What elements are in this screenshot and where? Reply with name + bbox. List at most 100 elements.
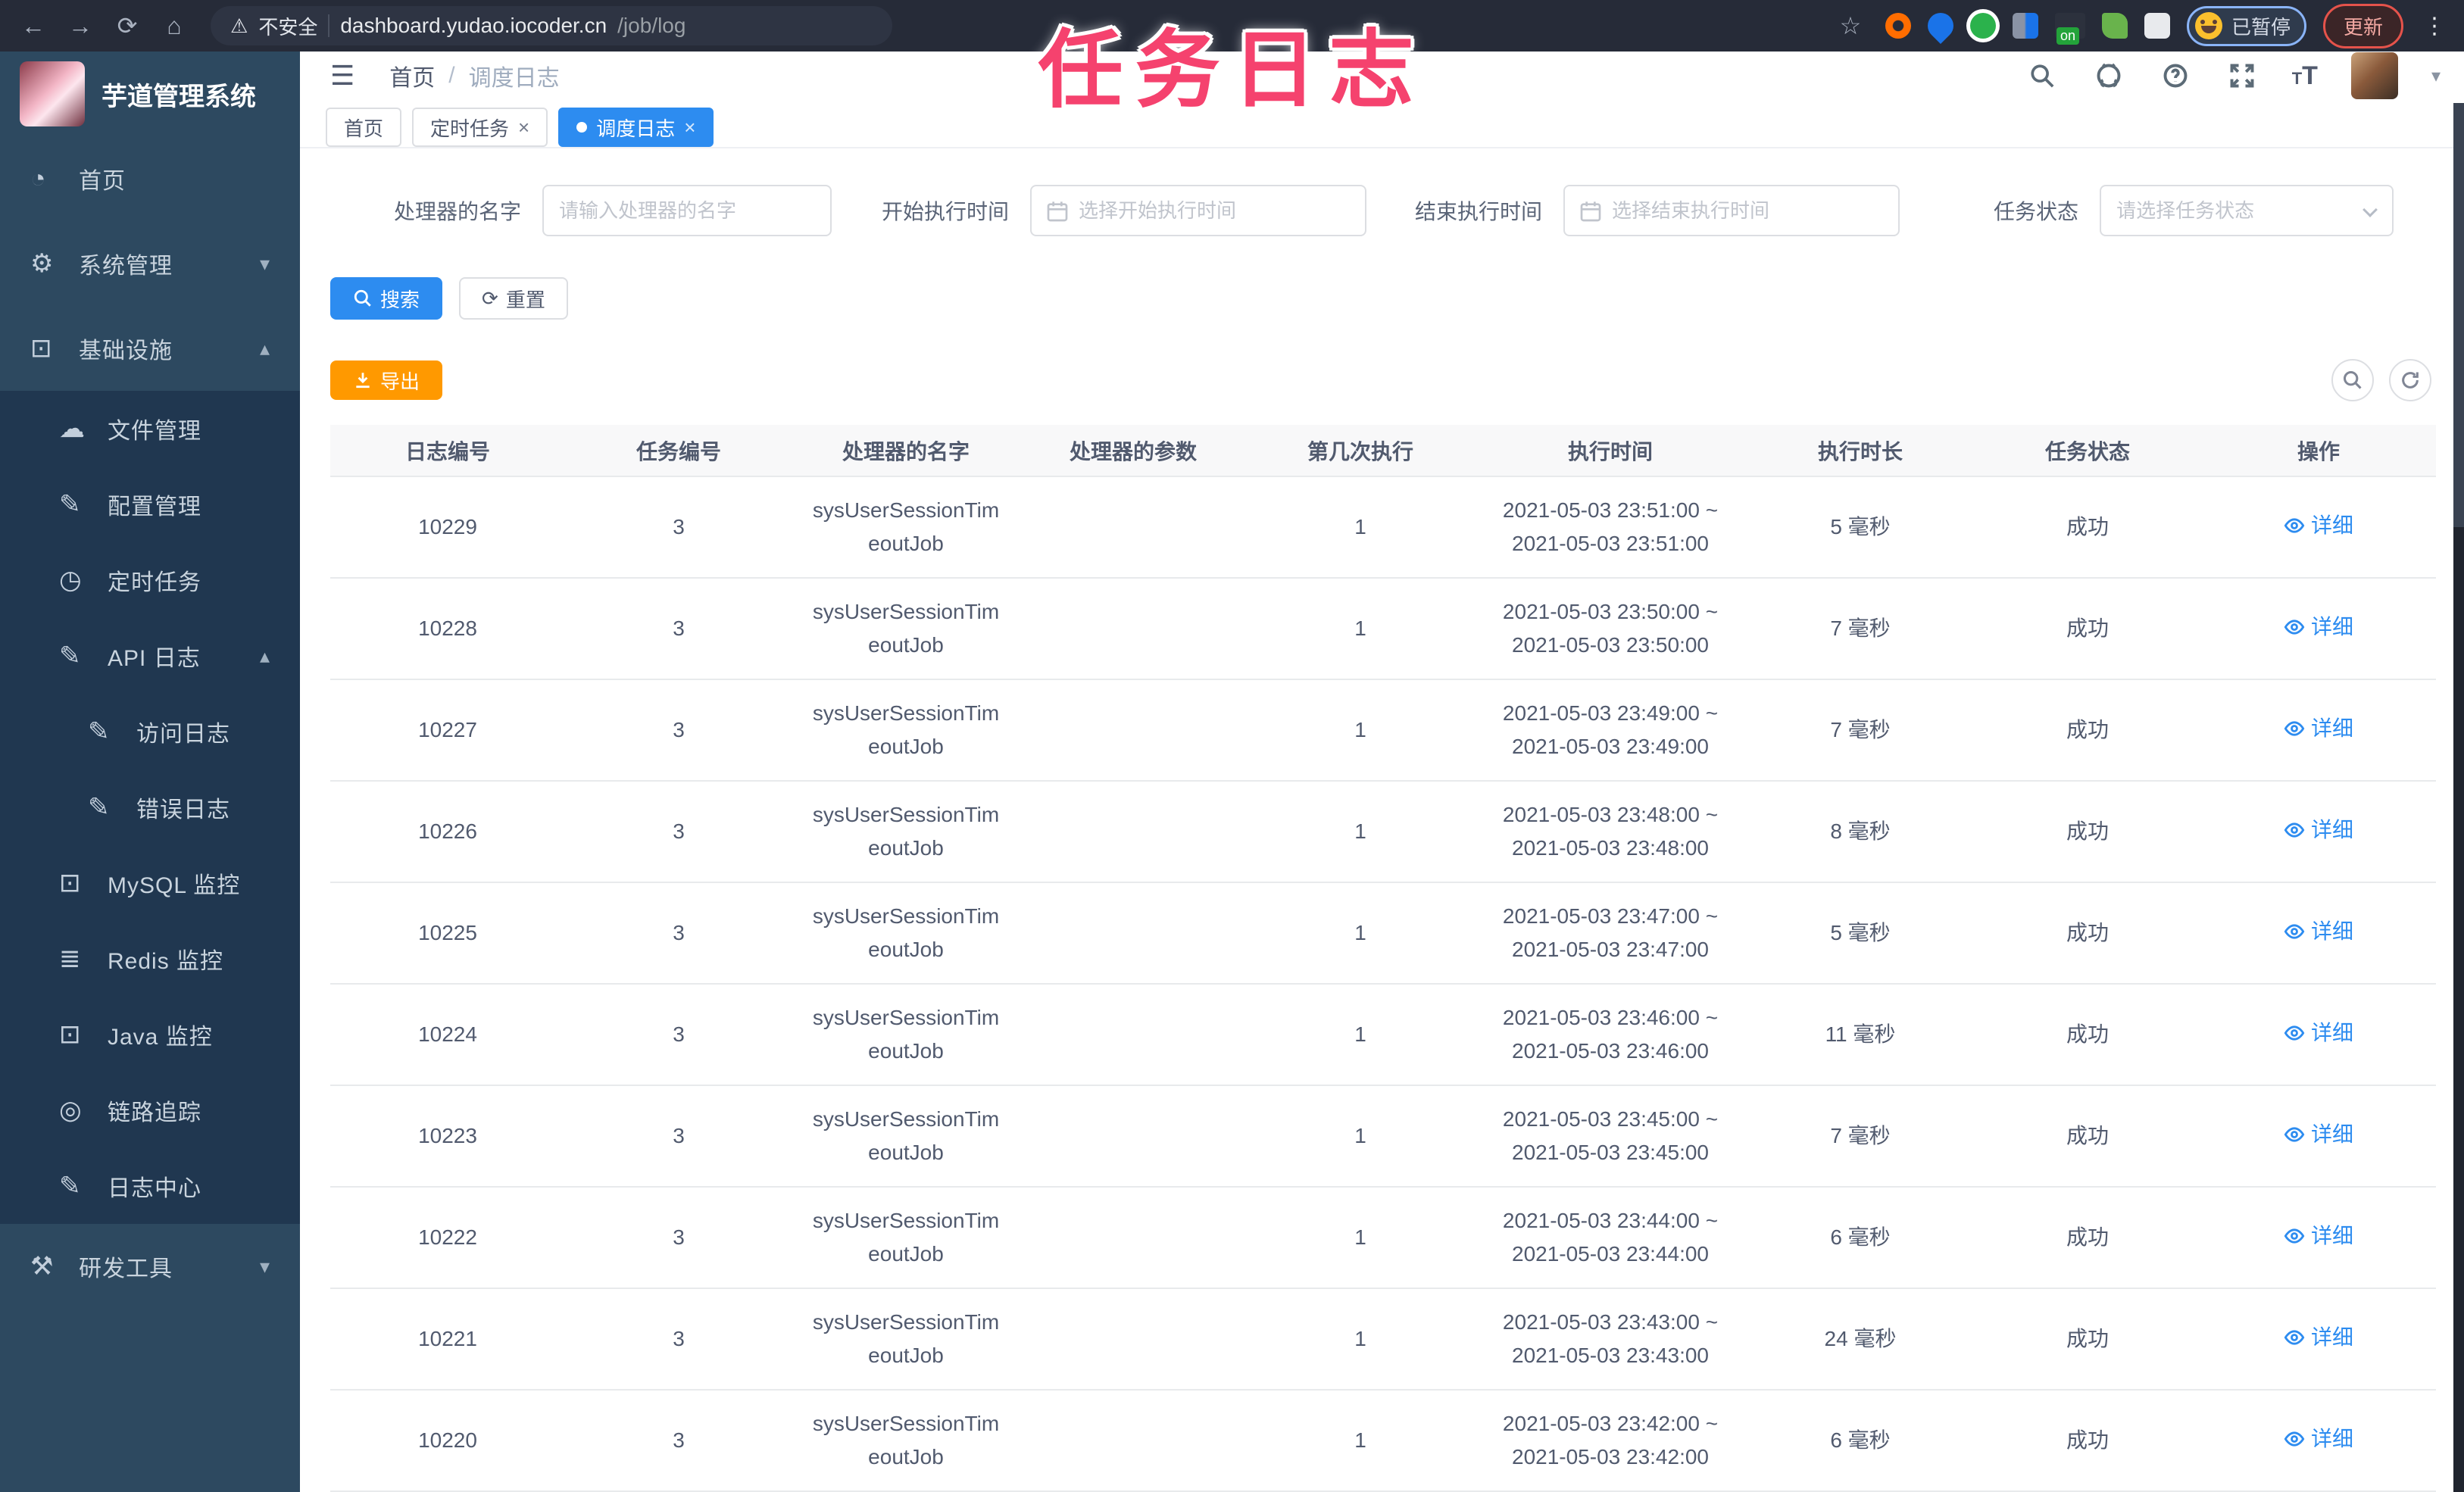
eye-icon xyxy=(2284,923,2305,939)
extension-orange-icon[interactable] xyxy=(1885,13,1911,39)
handler-name-cell: sysUserSessionTim eoutJob xyxy=(792,476,1020,579)
detail-link[interactable]: 详细 xyxy=(2284,509,2353,542)
task-id-cell: 3 xyxy=(565,578,792,680)
help-icon[interactable] xyxy=(2159,59,2192,92)
sidebar-item[interactable]: ◎ 链路追踪 xyxy=(0,1072,300,1148)
status-cell: 成功 xyxy=(1974,984,2201,1086)
back-icon[interactable]: ← xyxy=(15,8,52,44)
handler-name-input[interactable] xyxy=(544,186,831,235)
detail-link[interactable]: 详细 xyxy=(2284,1422,2353,1456)
page-content: 处理器的名字 开始执行时间 结束执行时间 xyxy=(300,148,2464,1492)
collapse-menu-icon[interactable]: ☰ xyxy=(326,60,359,92)
column-header: 操作 xyxy=(2201,425,2436,477)
extensions-puzzle-icon[interactable] xyxy=(2144,13,2170,39)
reset-button[interactable]: ⟳ 重置 xyxy=(459,277,568,320)
detail-link[interactable]: 详细 xyxy=(2284,1118,2353,1151)
browser-update-button[interactable]: 更新 xyxy=(2322,3,2403,48)
app-logo xyxy=(20,61,85,126)
search-icon[interactable] xyxy=(2025,59,2059,92)
task-status-select[interactable] xyxy=(2101,186,2393,235)
table-row: 10221 3 sysUserSessionTim eoutJob 1 2021… xyxy=(330,1288,2436,1391)
sidebar-item[interactable]: ☁ 文件管理 xyxy=(0,391,300,467)
fullscreen-icon[interactable] xyxy=(2225,59,2259,92)
table-row: 10222 3 sysUserSessionTim eoutJob 1 2021… xyxy=(330,1187,2436,1289)
status-cell: 成功 xyxy=(1974,1187,2201,1289)
table-search-toggle-button[interactable] xyxy=(2331,359,2374,401)
retry-count-cell: 1 xyxy=(1247,1288,1474,1391)
task-id-cell: 3 xyxy=(565,1187,792,1289)
search-button[interactable]: 搜索 xyxy=(330,277,443,320)
detail-link[interactable]: 详细 xyxy=(2284,1321,2353,1354)
sidebar-item[interactable]: ⚙ 系统管理 ▾ xyxy=(0,221,300,306)
error-log-icon: ✎ xyxy=(88,793,110,822)
bookmark-star-icon[interactable]: ☆ xyxy=(1832,8,1869,44)
duration-cell: 7 毫秒 xyxy=(1747,679,1974,782)
status-cell: 成功 xyxy=(1974,679,2201,782)
sidebar-item[interactable]: ⊡ MySQL 监控 xyxy=(0,845,300,921)
mysql-monitor-icon: ⊡ xyxy=(59,869,81,897)
task-id-cell: 3 xyxy=(565,1085,792,1188)
status-cell: 成功 xyxy=(1974,781,2201,883)
eye-icon xyxy=(2284,822,2305,838)
detail-link[interactable]: 详细 xyxy=(2284,915,2353,948)
user-avatar[interactable] xyxy=(2350,52,2398,99)
sidebar-item[interactable]: ✎ 错误日志 xyxy=(0,769,300,845)
browser-menu-icon[interactable]: ⋮ xyxy=(2420,13,2449,39)
sidebar-item[interactable]: ⊡ 基础设施 ▴ xyxy=(0,306,300,391)
tab-close-icon[interactable]: × xyxy=(518,116,529,139)
sidebar-item[interactable]: ⊡ Java 监控 xyxy=(0,997,300,1072)
extension-green-icon[interactable] xyxy=(1969,13,1996,39)
tab-home[interactable]: 首页 xyxy=(326,108,402,147)
handler-name-cell: sysUserSessionTim eoutJob xyxy=(792,1085,1020,1188)
address-bar[interactable]: ⚠ 不安全 dashboard.yudao.iocoder.cn/job/log xyxy=(211,6,892,45)
extension-leaf-icon[interactable] xyxy=(2101,13,2128,39)
extension-switch-icon[interactable]: on xyxy=(2054,13,2085,45)
scrollbar-thumb[interactable] xyxy=(2453,103,2464,527)
sidebar-item[interactable]: ≣ Redis 监控 xyxy=(0,921,300,997)
detail-link[interactable]: 详细 xyxy=(2284,813,2353,847)
sidebar-item[interactable]: ◔ 首页 xyxy=(0,136,300,221)
end-time-input[interactable] xyxy=(1565,186,1899,235)
duration-cell: 6 毫秒 xyxy=(1747,1390,1974,1492)
start-time-input[interactable] xyxy=(1032,186,1366,235)
user-menu-caret-icon[interactable]: ▾ xyxy=(2431,65,2441,87)
breadcrumb-home[interactable]: 首页 xyxy=(389,59,435,92)
forward-icon[interactable]: → xyxy=(62,8,98,44)
home-icon[interactable]: ⌂ xyxy=(156,8,192,44)
sidebar-item[interactable]: ✎ 配置管理 xyxy=(0,467,300,542)
extension-drop-icon[interactable] xyxy=(1922,7,1960,45)
action-cell: 详细 xyxy=(2201,984,2436,1086)
browser-profile-chip[interactable]: 已暂停 xyxy=(2186,5,2306,46)
column-header: 执行时间 xyxy=(1474,425,1747,477)
duration-cell: 5 毫秒 xyxy=(1747,882,1974,985)
filter-form: 处理器的名字 开始执行时间 结束执行时间 xyxy=(330,185,2436,236)
execute-time-cell: 2021-05-03 23:45:00 ~ 2021-05-03 23:45:0… xyxy=(1474,1085,1747,1188)
sidebar-item[interactable]: ✎ 日志中心 xyxy=(0,1148,300,1224)
github-icon[interactable] xyxy=(2092,59,2125,92)
detail-link[interactable]: 详细 xyxy=(2284,1016,2353,1050)
config-manage-icon: ✎ xyxy=(59,490,81,519)
tab-close-icon[interactable]: × xyxy=(684,116,695,139)
tab-scheduled-task[interactable]: 定时任务 × xyxy=(412,108,548,147)
retry-count-cell: 1 xyxy=(1247,476,1474,579)
detail-link[interactable]: 详细 xyxy=(2284,1219,2353,1253)
reload-icon[interactable]: ⟳ xyxy=(109,8,145,44)
action-cell: 详细 xyxy=(2201,476,2436,579)
export-button[interactable]: 导出 xyxy=(330,361,443,400)
table-row: 10220 3 sysUserSessionTim eoutJob 1 2021… xyxy=(330,1390,2436,1492)
sidebar-item[interactable]: ✎ API 日志 ▴ xyxy=(0,618,300,694)
page-scrollbar[interactable] xyxy=(2453,103,2464,1492)
sidebar-item[interactable]: ◷ 定时任务 xyxy=(0,542,300,618)
file-manage-icon: ☁ xyxy=(59,414,85,443)
table-refresh-button[interactable] xyxy=(2389,359,2431,401)
font-size-icon[interactable]: TT xyxy=(2292,61,2318,91)
detail-link[interactable]: 详细 xyxy=(2284,712,2353,745)
extension-grid-icon[interactable] xyxy=(2012,13,2038,39)
sidebar-item[interactable]: ⚒ 研发工具 ▾ xyxy=(0,1224,300,1309)
dashboard-icon: ◔ xyxy=(30,164,46,193)
detail-link[interactable]: 详细 xyxy=(2284,610,2353,644)
table-row: 10228 3 sysUserSessionTim eoutJob 1 2021… xyxy=(330,578,2436,680)
tab-schedule-log[interactable]: 调度日志 × xyxy=(558,108,714,147)
sidebar-item[interactable]: ✎ 访问日志 xyxy=(0,694,300,769)
action-cell: 详细 xyxy=(2201,1390,2436,1492)
